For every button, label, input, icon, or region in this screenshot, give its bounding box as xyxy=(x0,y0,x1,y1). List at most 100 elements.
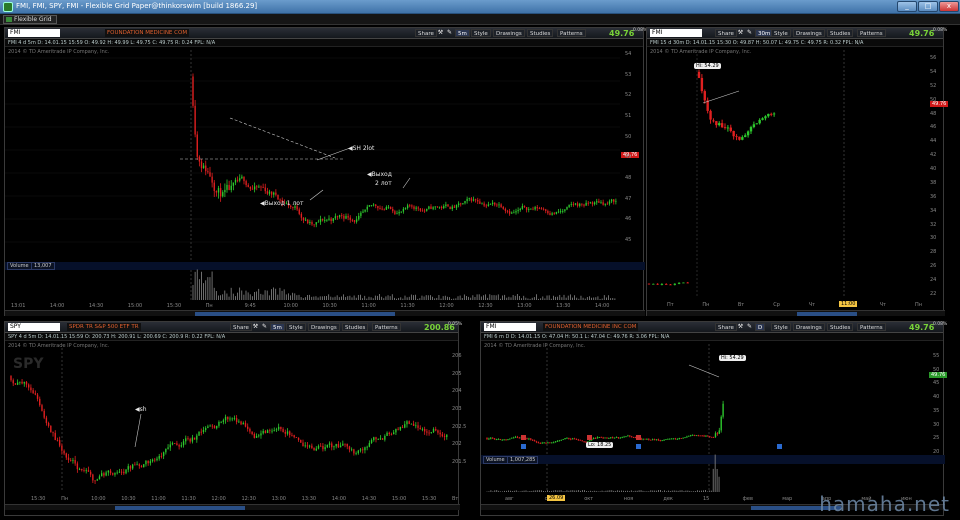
candle-body xyxy=(149,461,152,464)
candle-body xyxy=(576,203,579,206)
candle-body xyxy=(574,203,577,205)
minimize-button[interactable]: _ xyxy=(897,1,917,12)
high-annotation: Hi: 54.29 xyxy=(694,63,721,69)
candle-body xyxy=(627,435,629,437)
candle-body xyxy=(351,219,354,221)
x-tick-label: окт xyxy=(584,496,594,502)
grid-line xyxy=(702,90,740,104)
candle-body xyxy=(718,430,720,434)
candle-body xyxy=(408,421,410,424)
chart-panel-fmi-30m: FMI Share ⚒ ✎ 30m Style Drawings Studies Pattern… xyxy=(646,27,949,316)
candle-body xyxy=(224,416,227,421)
candle-body xyxy=(572,204,575,205)
candle-body xyxy=(667,438,669,440)
candle-body xyxy=(306,445,309,447)
candle-body xyxy=(656,283,659,285)
candle-body xyxy=(96,479,98,481)
y-tick-label: 55 xyxy=(933,353,940,359)
candle-body xyxy=(686,436,688,438)
candle-body xyxy=(485,205,487,207)
x-tick-label: фев xyxy=(742,496,753,502)
scroll-thumb[interactable] xyxy=(115,506,245,510)
y-tick-label: 25 xyxy=(933,435,940,442)
candle-body xyxy=(505,439,507,441)
candle-body xyxy=(349,217,351,220)
x-tick-label: 11:30 xyxy=(400,303,415,309)
candle-body xyxy=(663,439,665,441)
candle-body xyxy=(335,443,337,447)
close-button[interactable]: x xyxy=(939,1,959,12)
candle-body xyxy=(196,134,198,157)
candle-body xyxy=(682,282,685,284)
candle-body xyxy=(264,187,266,192)
time-scrollbar[interactable] xyxy=(5,310,645,316)
volume-value: 13,007 xyxy=(31,262,55,270)
candle-body xyxy=(552,442,555,444)
candle-body xyxy=(226,184,228,190)
candle-body xyxy=(304,219,307,221)
title-bar: FMI, FMI, SPY, FMI - Flexible Grid Paper… xyxy=(0,0,960,14)
annotation-exit: ◀Выход xyxy=(367,171,392,178)
candle-body xyxy=(554,441,557,443)
candle-body xyxy=(735,136,738,138)
candle-body xyxy=(100,473,103,477)
fmi-daily-chart xyxy=(481,344,945,492)
scroll-thumb[interactable] xyxy=(797,312,857,316)
candle-body xyxy=(395,428,397,433)
candle-body xyxy=(381,208,383,210)
candle-body xyxy=(94,480,96,482)
y-tick-label: 54 xyxy=(625,51,632,57)
candle-body xyxy=(235,418,238,422)
candle-body xyxy=(251,188,254,190)
candle-body xyxy=(591,202,594,205)
candle-body xyxy=(385,207,388,210)
candle-body xyxy=(655,439,658,441)
candle-body xyxy=(549,213,551,215)
x-tick-label: 10:30 xyxy=(121,496,136,502)
x-tick-label: 14:00 xyxy=(331,496,347,502)
candle-body xyxy=(313,447,315,451)
x-tick-label: Чт xyxy=(879,302,886,308)
candle-body xyxy=(613,437,616,439)
flexible-grid-menu[interactable]: Flexible Grid xyxy=(3,15,57,24)
y-tick-label: 45 xyxy=(625,237,632,243)
watermark: hamaha.net xyxy=(819,492,950,516)
time-scrollbar[interactable] xyxy=(647,310,945,316)
candle-body xyxy=(562,439,564,441)
candle-body xyxy=(600,437,602,438)
maximize-button[interactable]: □ xyxy=(918,1,938,12)
candle-body xyxy=(74,460,76,464)
candle-body xyxy=(511,212,513,214)
candle-body xyxy=(428,206,430,209)
candle-body xyxy=(741,137,744,140)
candle-body xyxy=(193,437,196,440)
candle-body xyxy=(672,438,675,440)
candle-body xyxy=(324,220,326,221)
candle-body xyxy=(680,438,682,439)
candle-body xyxy=(481,203,483,205)
candle-body xyxy=(182,441,185,446)
candle-body xyxy=(209,172,211,177)
candle-body xyxy=(134,464,136,466)
candle-body xyxy=(619,437,621,439)
candle-body xyxy=(345,216,347,219)
candle-body xyxy=(200,161,203,169)
candle-body xyxy=(571,438,574,440)
volume-value: 1,007,285 xyxy=(507,456,539,464)
time-scrollbar[interactable] xyxy=(5,504,460,510)
candle-body xyxy=(266,191,269,194)
x-tick-label: 15:30 xyxy=(421,496,437,502)
candle-body xyxy=(411,205,413,207)
candle-body xyxy=(551,442,553,444)
scroll-thumb[interactable] xyxy=(195,312,395,316)
candle-body xyxy=(147,460,149,464)
candle-body xyxy=(266,430,269,433)
candle-body xyxy=(642,438,644,440)
candle-body xyxy=(610,437,612,439)
candle-body xyxy=(472,199,475,201)
candle-body xyxy=(326,219,328,221)
candle-body xyxy=(16,382,19,385)
y-tick-label: 22 xyxy=(930,291,937,297)
x-tick-label: Пн xyxy=(61,496,69,502)
candle-body xyxy=(383,209,385,211)
